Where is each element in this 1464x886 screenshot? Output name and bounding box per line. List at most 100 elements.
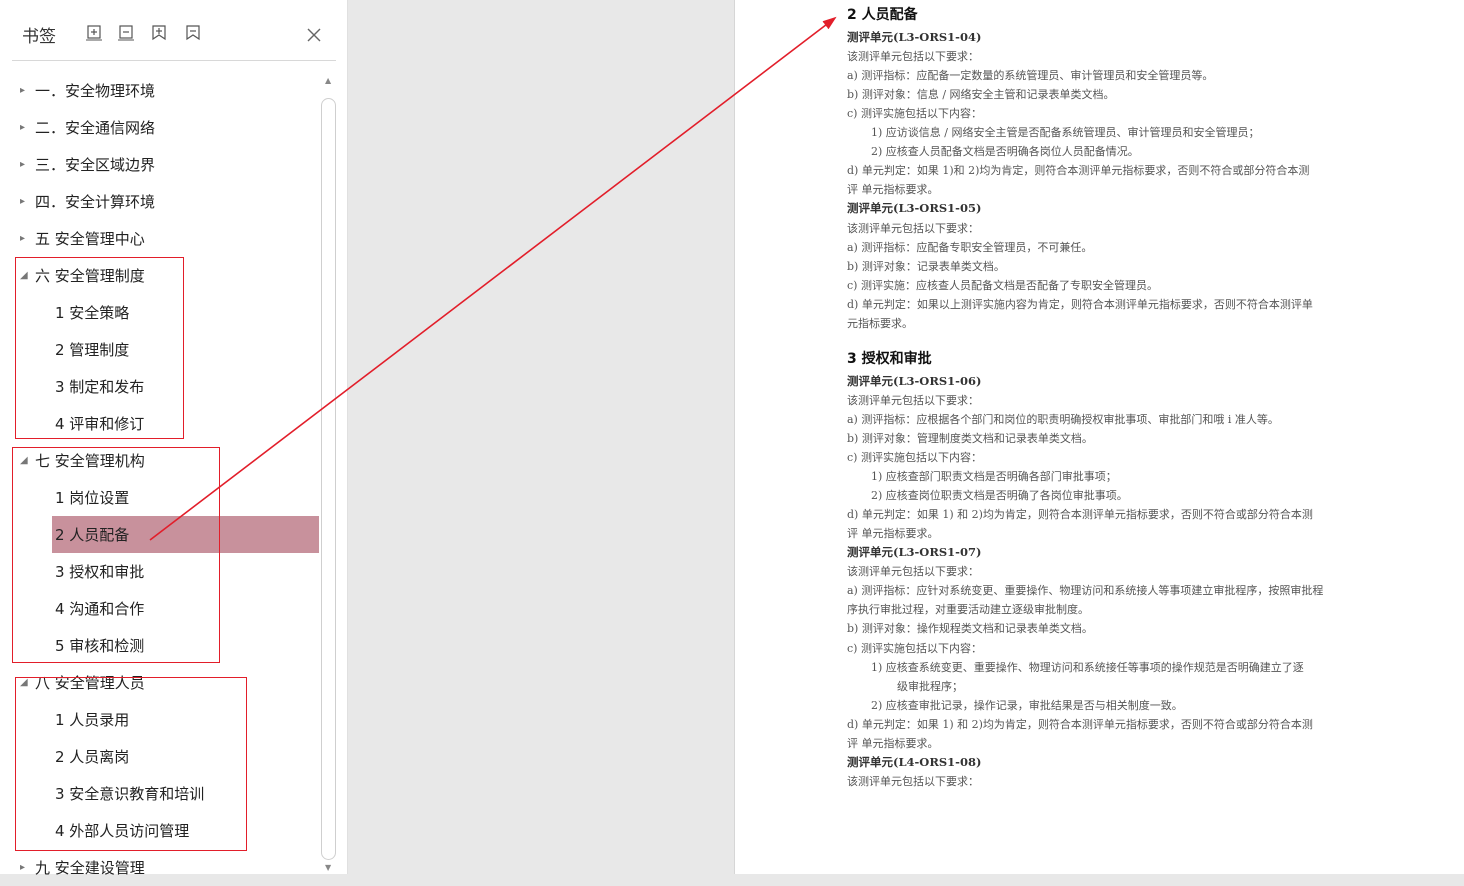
unit-heading: 测评单元(L4-ORS1-08) <box>847 754 982 769</box>
collapsed-triangle-icon[interactable]: ▸ <box>20 122 30 133</box>
unit-heading: 测评单元(L3-ORS1-07) <box>847 545 982 560</box>
doc-text-line: 2) 应核查人员配备文档是否明确各岗位人员配备情况。 <box>871 145 1139 159</box>
bookmark-label: 二．安全通信网络 <box>35 119 156 137</box>
collapsed-triangle-icon[interactable]: ▸ <box>20 85 30 96</box>
bookmark-label: 六 安全管理制度 <box>35 267 145 285</box>
bookmark-item[interactable]: 2 人员配备 <box>52 516 319 553</box>
doc-text-line: b) 测评对象：管理制度类文档和记录表单类文档。 <box>847 431 1093 445</box>
bookmark-item[interactable]: 1 安全策略 <box>0 294 319 331</box>
bookmark-item[interactable]: 4 外部人员访问管理 <box>0 812 319 849</box>
section-heading: 2 人员配备 <box>847 7 918 23</box>
unit-heading: 测评单元(L3-ORS1-06) <box>847 373 982 388</box>
bookmark-label: 九 安全建设管理 <box>35 859 145 877</box>
bookmark-section[interactable]: ▸ 三．安全区域边界 <box>0 146 319 183</box>
unit-heading: 测评单元(L3-ORS1-04) <box>847 30 982 44</box>
toolbar-divider <box>12 60 336 61</box>
doc-text-line: 评 单元指标要求。 <box>847 183 939 197</box>
bookmark-label: 2 人员离岗 <box>55 748 130 766</box>
doc-text-line: b) 测评对象：信息 / 网络安全主管和记录表单类文档。 <box>847 88 1115 102</box>
bookmark-section[interactable]: ◢ 八 安全管理人员 <box>0 664 319 701</box>
bookmark-item[interactable]: 1 人员录用 <box>0 701 319 738</box>
doc-text-line: 元指标要求。 <box>847 316 913 330</box>
doc-text-line: 该测评单元包括以下要求： <box>847 393 979 407</box>
doc-text-line: 该测评单元包括以下要求： <box>847 50 979 64</box>
bookmark-item[interactable]: 4 评审和修订 <box>0 405 319 442</box>
section-heading: 3 授权和审批 <box>847 350 932 367</box>
collapse-all-icon[interactable] <box>117 24 135 42</box>
scrollbar[interactable]: ▲ ▼ <box>320 72 337 874</box>
doc-text-line: 2) 应核查审批记录，操作记录，审批结果是否与相关制度一致。 <box>871 698 1183 712</box>
panel-title: 书签 <box>22 27 56 47</box>
bookmark-item[interactable]: 2 人员离岗 <box>0 738 319 775</box>
collapsed-triangle-icon[interactable]: ▸ <box>20 159 30 170</box>
doc-text-line: 评 单元指标要求。 <box>847 736 939 750</box>
bookmark-item[interactable]: 2 管理制度 <box>0 331 319 368</box>
doc-text-line: 该测评单元包括以下要求： <box>847 565 979 579</box>
bookmark-section[interactable]: ◢ 六 安全管理制度 <box>0 257 319 294</box>
bookmark-item[interactable]: 4 沟通和合作 <box>0 590 319 627</box>
doc-text-line: 评 单元指标要求。 <box>847 527 939 541</box>
doc-text-line: b) 测评对象：记录表单类文档。 <box>847 259 1005 273</box>
doc-text-line: 1) 应访谈信息 / 网络安全主管是否配备系统管理员、审计管理员和安全管理员； <box>871 126 1260 140</box>
bookmark-label: 4 沟通和合作 <box>55 600 145 618</box>
doc-text-line: a) 测评指标：应针对系统变更、重要操作、物理访问和系统接人等事项建立审批程序，… <box>847 584 1324 598</box>
bookmark-label: 一．安全物理环境 <box>35 82 156 100</box>
doc-text-line: c) 测评实施包括以下内容： <box>847 451 982 464</box>
close-icon[interactable] <box>305 26 323 44</box>
bookmark-label: 七 安全管理机构 <box>35 452 145 470</box>
doc-text-line: b) 测评对象：操作规程类文档和记录表单类文档。 <box>847 622 1093 636</box>
bookmark-label: 2 管理制度 <box>55 341 130 359</box>
bookmark-section[interactable]: ▸ 四．安全计算环境 <box>0 183 319 220</box>
doc-text-line: 级审批程序； <box>897 679 963 693</box>
bookmark-section[interactable]: ▸ 一．安全物理环境 <box>0 72 319 109</box>
bookmark-label: 4 评审和修订 <box>55 415 145 433</box>
doc-text-line: 该测评单元包括以下要求： <box>847 774 979 788</box>
bookmark-item[interactable]: 3 安全意识教育和培训 <box>0 775 319 812</box>
expanded-triangle-icon[interactable]: ◢ <box>20 677 30 688</box>
doc-text-line: a) 测评指标：应配备一定数量的系统管理员、审计管理员和安全管理员等。 <box>847 69 1214 83</box>
bookmark-label: 1 安全策略 <box>55 304 130 322</box>
expand-all-icon[interactable] <box>85 24 103 42</box>
bookmark-label: 三．安全区域边界 <box>35 156 156 174</box>
doc-text-line: 1) 应核查系统变更、重要操作、物理访问和系统接任等事项的操作规范是否明确建立了… <box>871 660 1304 674</box>
scroll-thumb[interactable] <box>321 98 336 860</box>
doc-text-line: 该测评单元包括以下要求： <box>847 221 979 235</box>
expanded-triangle-icon[interactable]: ◢ <box>20 270 30 281</box>
doc-text-line: c) 测评实施包括以下内容： <box>847 107 982 121</box>
doc-text-line: 2) 应核查岗位职责文档是否明确了各岗位审批事项。 <box>871 489 1128 503</box>
bookmark-label: 五 安全管理中心 <box>35 230 145 248</box>
bookmark-section[interactable]: ▸ 五 安全管理中心 <box>0 220 319 257</box>
delete-bookmark-icon[interactable] <box>184 24 202 42</box>
bookmark-item[interactable]: 3 授权和审批 <box>0 553 319 590</box>
bookmark-panel: 书签 ▸ 一．安全物理环境 ▸ 二．安全通信网络 ▸ 三．安全区域边界 ▸ 四．安全计算环境 ▸… <box>0 0 348 877</box>
collapsed-triangle-icon[interactable]: ▸ <box>20 233 30 244</box>
bookmark-label: 八 安全管理人员 <box>35 674 145 692</box>
unit-heading: 测评单元(L3-ORS1-05) <box>847 201 982 216</box>
doc-text-line: 序执行审批过程，对重要活动建立逐级审批制度。 <box>847 603 1089 617</box>
bookmark-section[interactable]: ▸ 九 安全建设管理 <box>0 849 319 886</box>
doc-text-line: d) 单元判定：如果 1) 和 2)均为肯定，则符合本测评单元指标要求，否则不符… <box>847 508 1313 522</box>
bookmark-label: 四．安全计算环境 <box>35 193 156 211</box>
bookmark-item[interactable]: 3 制定和发布 <box>0 368 319 405</box>
collapsed-triangle-icon[interactable]: ▸ <box>20 862 30 873</box>
bookmark-label: 1 人员录用 <box>55 711 130 729</box>
viewer-background <box>348 0 734 874</box>
add-bookmark-icon[interactable] <box>150 24 168 42</box>
bookmark-section[interactable]: ▸ 二．安全通信网络 <box>0 109 319 146</box>
collapsed-triangle-icon[interactable]: ▸ <box>20 196 30 207</box>
expanded-triangle-icon[interactable]: ◢ <box>20 455 30 466</box>
scroll-down-icon[interactable]: ▼ <box>325 863 331 872</box>
bookmark-label: 2 人员配备 <box>55 526 130 544</box>
doc-text-line: d) 单元判定：如果 1)和 2)均为肯定，则符合本测评单元指标要求，否则不符合… <box>847 164 1310 178</box>
document-page: 2 人员配备测评单元(L3-ORS1-04) 该测评单元包括以下要求： a) 测评指… <box>734 0 1464 874</box>
bookmark-section[interactable]: ◢ 七 安全管理机构 <box>0 442 319 479</box>
doc-text-line: c) 测评实施包括以下内容： <box>847 641 982 655</box>
bookmark-item[interactable]: 5 审核和检测 <box>0 627 319 664</box>
scroll-up-icon[interactable]: ▲ <box>325 76 331 85</box>
doc-text-line: 1) 应核查部门职责文档是否明确各部门审批事项； <box>871 470 1117 484</box>
bookmark-item[interactable]: 1 岗位设置 <box>0 479 319 516</box>
doc-text-line: c) 测评实施：应核查人员配备文档是否配备了专职安全管理员。 <box>847 278 1158 292</box>
bookmark-label: 3 授权和审批 <box>55 563 145 581</box>
bookmark-label: 5 审核和检测 <box>55 637 145 655</box>
bookmark-label: 4 外部人员访问管理 <box>55 822 190 840</box>
